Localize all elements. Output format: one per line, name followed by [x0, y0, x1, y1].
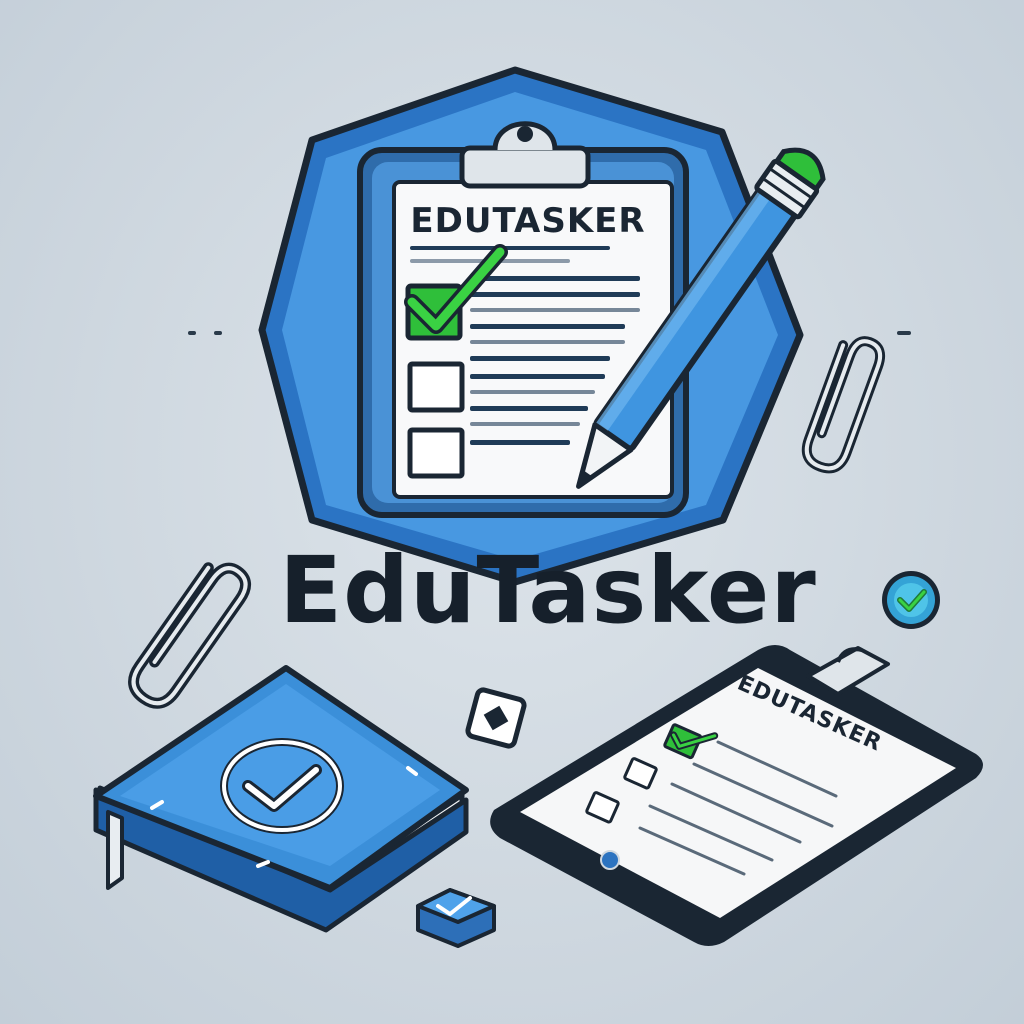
logo-canvas: EDUTASKER EduTasker EDUTASKER: [0, 0, 1024, 1024]
clipboard-checklist-icon: EDUTASKER: [357, 121, 689, 518]
paperclip-icon-left: [128, 562, 252, 709]
check-cube-icon: [416, 888, 496, 948]
brand-wordmark: EduTasker: [279, 537, 816, 644]
tablet-checklist-icon: EDUTASKER: [490, 645, 983, 946]
paperclip-icon-right: [801, 336, 886, 474]
logo-artwork: EDUTASKER EduTasker EDUTASKER: [93, 66, 983, 948]
clipboard-label: EDUTASKER: [410, 201, 645, 241]
check-badge-icon: [882, 571, 940, 629]
diamond-icon: [465, 687, 527, 749]
